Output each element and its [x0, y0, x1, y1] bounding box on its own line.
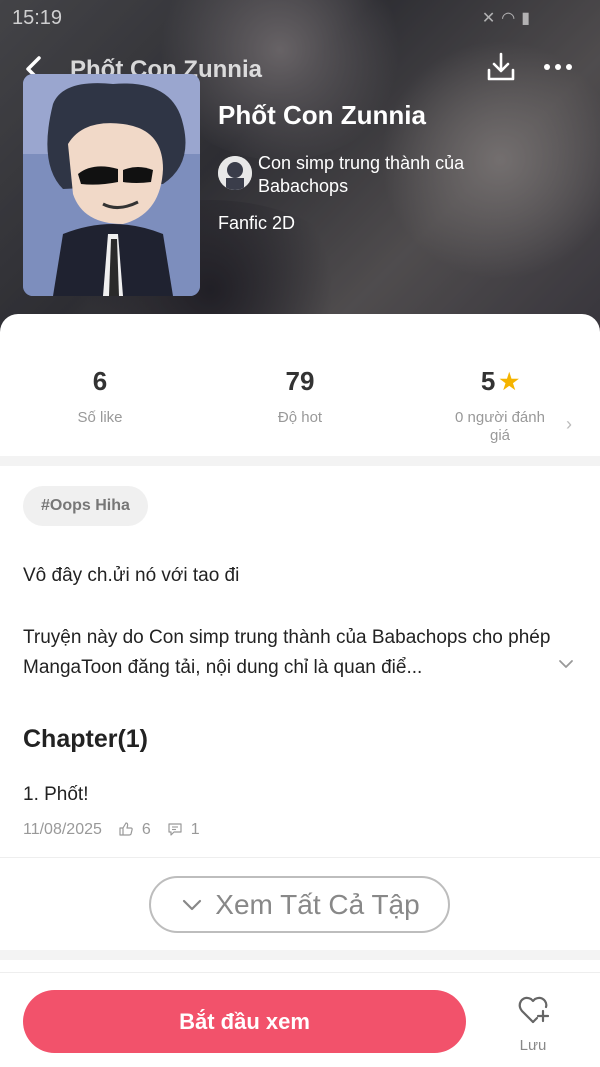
thumb-up-icon	[118, 821, 136, 839]
description-text: Truyện này do Con simp trung thành của B…	[23, 627, 551, 678]
chevron-right-icon[interactable]: ›	[566, 414, 572, 435]
stats-row: 6 Số like 79 Độ hot 5 ★ 0 người đánh giá …	[0, 352, 600, 452]
likes-label: Số like	[77, 409, 123, 426]
more-options-button[interactable]	[540, 50, 576, 84]
chevron-down-icon	[559, 660, 573, 668]
start-reading-button[interactable]: Bắt đầu xem	[23, 990, 466, 1053]
tag-chip[interactable]: #Oops Hiha	[23, 486, 148, 526]
story-detail-sheet: 6 Số like 79 Độ hot 5 ★ 0 người đánh giá …	[0, 314, 600, 1067]
chapter-meta: 11/08/2025 6 1	[23, 821, 200, 839]
chapter-comments: 1	[190, 821, 200, 838]
rating-count-label: 0 người đánh giá	[455, 409, 545, 444]
story-title: Phốt Con Zunnia	[218, 100, 426, 130]
likes-count: 6	[92, 366, 108, 396]
status-bar: 15:19 ✕ ◠ ▮	[0, 0, 600, 36]
chapter-divider	[0, 857, 600, 858]
hot-count: 79	[285, 366, 315, 396]
see-all-label: Xem Tất Cả Tập	[215, 888, 420, 920]
chapter-heading: Chapter(1)	[23, 725, 149, 753]
status-time: 15:19	[12, 7, 63, 29]
wifi-icon: ◠	[501, 10, 516, 27]
chapter-date: 11/08/2025	[23, 821, 102, 838]
bottom-action-bar: Bắt đầu xem Lưu	[0, 972, 600, 1067]
story-header-backdrop: 15:19 ✕ ◠ ▮ Phốt Con Zunnia Phốt Con Zun…	[0, 0, 600, 340]
save-button[interactable]: Lưu	[505, 995, 561, 1055]
chevron-down-icon	[183, 899, 202, 910]
signal-icon: ▮	[521, 10, 530, 27]
mute-icon: ✕	[481, 10, 496, 27]
story-cover-image	[23, 74, 200, 296]
comment-icon	[167, 821, 185, 839]
section-divider	[0, 950, 600, 960]
description-line: Vô đây ch.ửi nó với tao đi	[23, 565, 240, 586]
section-divider	[0, 456, 600, 466]
download-icon	[487, 52, 515, 81]
author-name[interactable]: Con simp trung thành của Babachops	[258, 152, 518, 198]
chapter-title[interactable]: 1. Phốt!	[23, 784, 89, 806]
see-all-episodes-button[interactable]: Xem Tất Cả Tập	[149, 876, 450, 933]
heart-plus-icon	[518, 996, 549, 1024]
stat-hot: 79 Độ hot	[200, 366, 400, 427]
more-dots-icon	[544, 64, 572, 70]
author-avatar[interactable]	[218, 156, 252, 190]
expand-description-button[interactable]	[556, 654, 576, 674]
hot-label: Độ hot	[277, 409, 323, 426]
save-label: Lưu	[519, 1037, 547, 1054]
download-button[interactable]	[484, 50, 518, 84]
rating-value: 5	[480, 366, 496, 396]
chapter-likes: 6	[141, 821, 151, 838]
stat-likes: 6 Số like	[0, 366, 200, 427]
genre-label[interactable]: Fanfic 2D	[218, 213, 295, 234]
star-icon: ★	[499, 368, 520, 394]
status-icons: ✕ ◠ ▮	[482, 8, 530, 28]
